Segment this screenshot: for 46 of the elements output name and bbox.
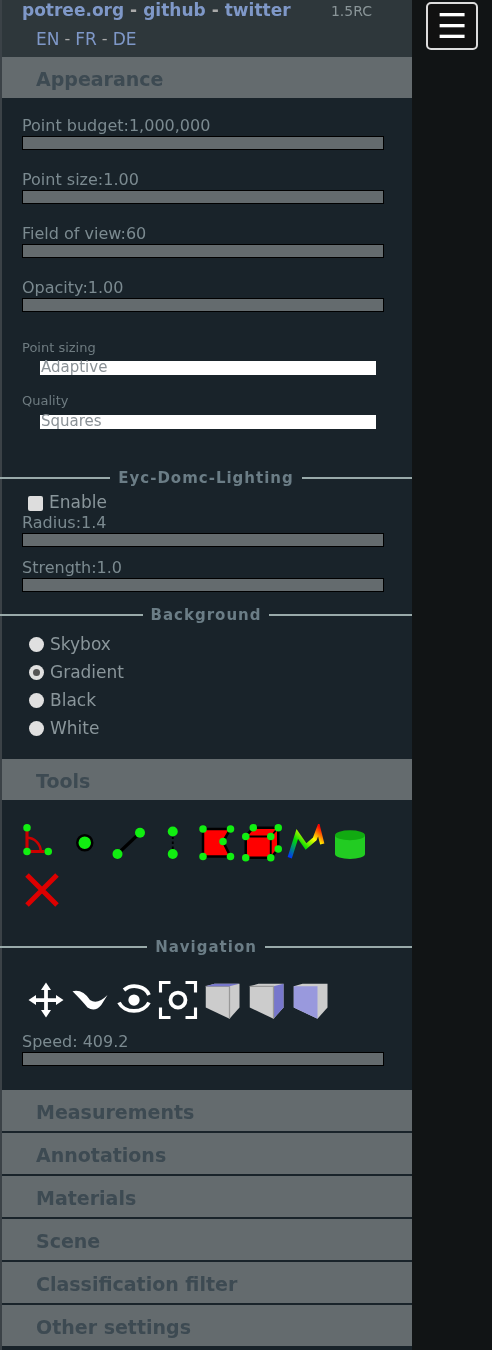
- slider-label: Speed: 409.2: [22, 1032, 130, 1052]
- slider-label: Point size:1.00: [22, 169, 140, 190]
- radio-button[interactable]: [29, 693, 44, 708]
- radio-button[interactable]: [29, 665, 44, 680]
- radio-label: Gradient: [50, 660, 124, 684]
- checkbox-label: Enable: [49, 491, 107, 515]
- slider-label: Strength:1.0: [22, 558, 124, 578]
- radio-button[interactable]: [29, 721, 44, 736]
- radio-button[interactable]: [29, 637, 44, 652]
- slider-track[interactable]: [22, 135, 384, 150]
- slider-label: Field of view:60: [22, 223, 148, 244]
- group-title: Eyc-Domc-Lighting: [118, 467, 294, 489]
- slider-track[interactable]: [22, 243, 384, 258]
- move-icon[interactable]: [26, 980, 66, 1020]
- separator-text: -: [101, 28, 108, 50]
- select-field[interactable]: Squares: [40, 414, 376, 429]
- slider-label: Point budget:1,000,000: [22, 115, 212, 136]
- slider-track[interactable]: [22, 533, 384, 547]
- cube-icon[interactable]: [242, 823, 282, 864]
- slider-label: Radius:1.4: [22, 513, 108, 533]
- slider-track[interactable]: [22, 297, 384, 312]
- header-link[interactable]: twitter: [224, 0, 291, 24]
- radio-label: Skybox: [50, 632, 111, 656]
- radio-label: Black: [50, 688, 96, 712]
- separator-text: -: [130, 0, 138, 23]
- header-link[interactable]: potree.org: [22, 0, 125, 24]
- language-link[interactable]: EN: [36, 27, 60, 53]
- header-link[interactable]: github: [143, 0, 206, 24]
- radio-label: White: [50, 716, 100, 740]
- slider-track[interactable]: [22, 578, 384, 592]
- group-title: Navigation: [155, 936, 257, 958]
- version-text: 1.5RC: [330, 1, 372, 21]
- select-label: Quality: [22, 392, 70, 410]
- separator-text: -: [211, 0, 219, 23]
- slider-track[interactable]: [22, 189, 384, 204]
- slider-track[interactable]: [22, 1052, 384, 1066]
- select-label: Point sizing: [22, 338, 97, 357]
- language-link[interactable]: DE: [112, 27, 137, 53]
- checkbox[interactable]: [28, 495, 43, 511]
- slider-label: Opacity:1.00: [22, 277, 125, 298]
- language-link[interactable]: FR: [75, 27, 97, 53]
- separator-text: -: [64, 28, 71, 50]
- select-field[interactable]: Adaptive: [40, 361, 376, 375]
- focus-icon[interactable]: [158, 980, 198, 1020]
- menu-button[interactable]: ☰: [426, 2, 478, 50]
- group-title: Background: [150, 605, 262, 626]
